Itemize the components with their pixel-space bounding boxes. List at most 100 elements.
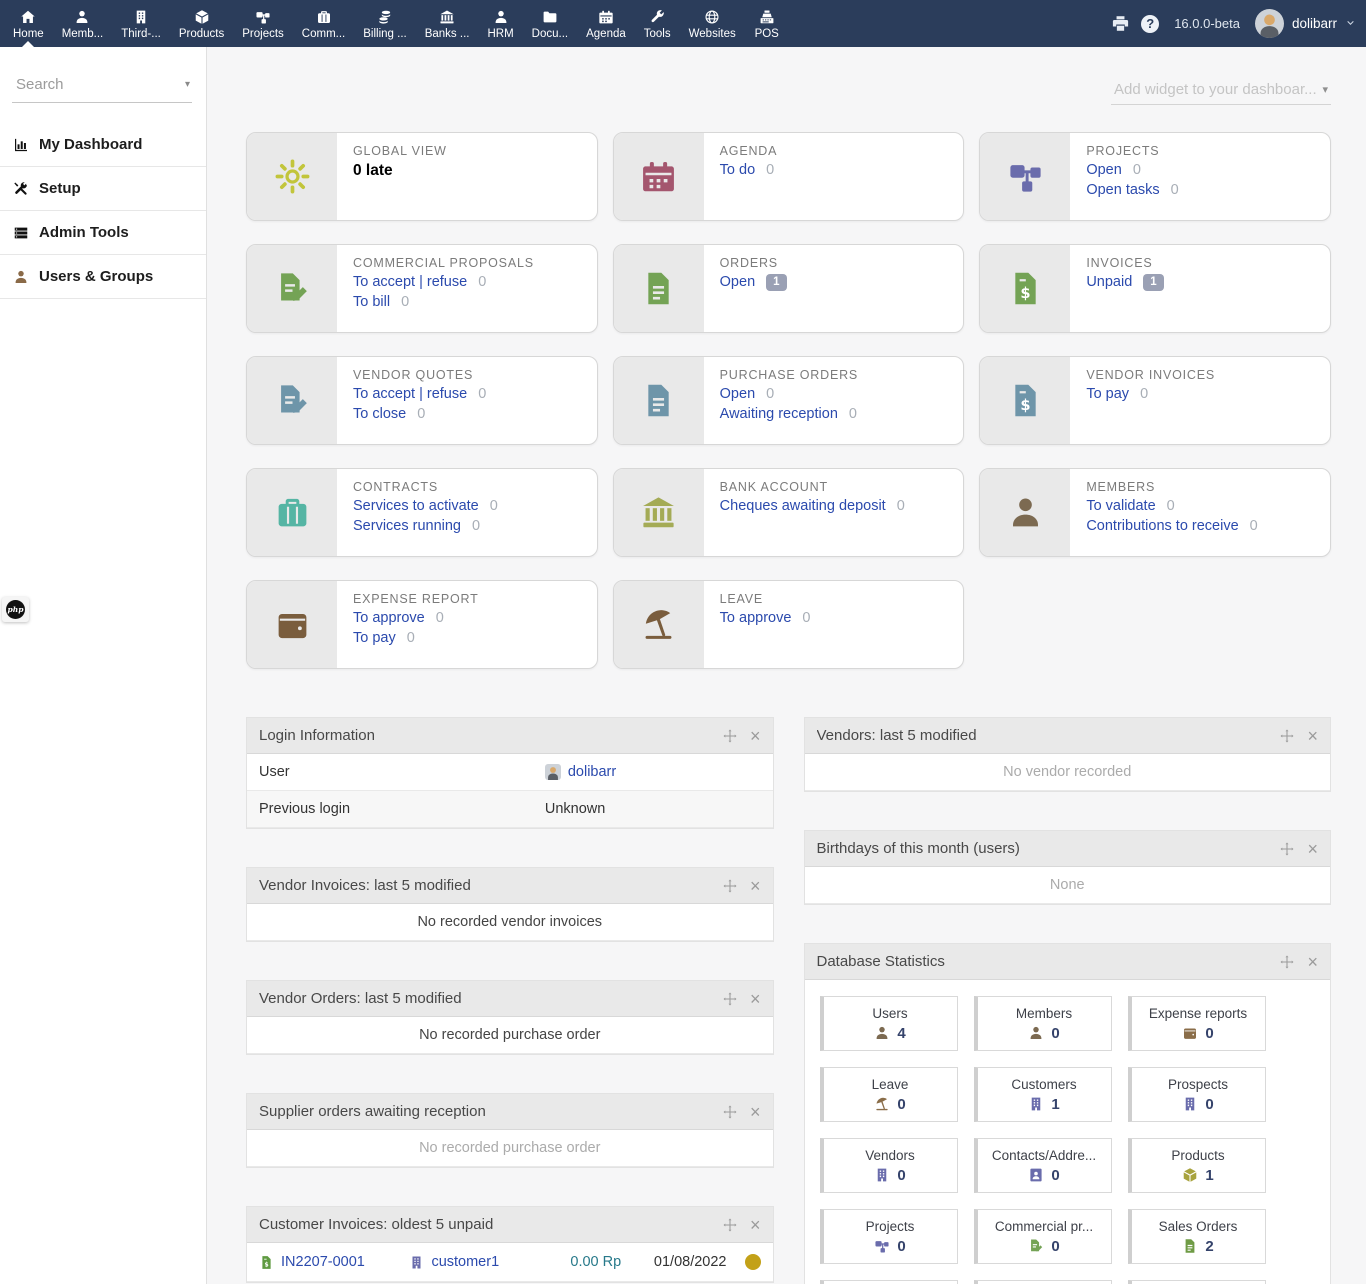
- close-widget-icon[interactable]: ×: [750, 1216, 761, 1234]
- move-icon[interactable]: [723, 1218, 737, 1232]
- close-widget-icon[interactable]: ×: [750, 727, 761, 745]
- infobox-link[interactable]: To do: [720, 162, 755, 178]
- move-icon[interactable]: [1280, 955, 1294, 969]
- sidebar-item-my-dashboard[interactable]: My Dashboard: [0, 123, 206, 167]
- stat-label: Commercial pr...: [995, 1219, 1093, 1234]
- stat-expense-reports[interactable]: Expense reports0: [1128, 996, 1266, 1051]
- infobox-link[interactable]: To accept | refuse: [353, 274, 467, 290]
- nav-item-docu[interactable]: Docu...: [523, 0, 577, 47]
- add-widget-row: Add widget to your dashboar... ▾: [246, 47, 1331, 132]
- infobox-link[interactable]: To approve: [353, 610, 425, 626]
- sidebar-item-setup[interactable]: Setup: [0, 167, 206, 211]
- infobox-link[interactable]: Cheques awaiting deposit: [720, 498, 886, 514]
- stat-members[interactable]: Members0: [974, 996, 1112, 1051]
- sidebar-item-users-groups[interactable]: Users & Groups: [0, 255, 206, 299]
- close-widget-icon[interactable]: ×: [750, 877, 761, 895]
- infobox-projects: PROJECTSOpen0Open tasks0: [979, 132, 1331, 221]
- nav-item-websites[interactable]: Websites: [680, 0, 745, 47]
- infobox-link[interactable]: Open: [720, 274, 755, 290]
- infobox-link[interactable]: Open: [720, 386, 755, 402]
- infobox-link[interactable]: Services to activate: [353, 498, 479, 514]
- infobox-purchase-orders: PURCHASE ORDERSOpen0Awaiting reception0: [613, 356, 965, 445]
- panel-database-statistics: Database Statistics×Users4Members0Expens…: [804, 943, 1332, 1284]
- nav-item-memb[interactable]: Memb...: [53, 0, 113, 47]
- move-icon[interactable]: [723, 992, 737, 1006]
- stat-box-partial: [974, 1280, 1112, 1284]
- infobox-link[interactable]: To bill: [353, 294, 390, 310]
- close-widget-icon[interactable]: ×: [750, 1103, 761, 1121]
- infobox-link[interactable]: To pay: [353, 630, 396, 646]
- search-input[interactable]: [14, 75, 185, 94]
- infobox-agenda: AGENDATo do0: [613, 132, 965, 221]
- file-icon: [1182, 1238, 1198, 1254]
- infobox-count: 0: [490, 498, 498, 514]
- nav-item-projects[interactable]: Projects: [233, 0, 293, 47]
- move-icon[interactable]: [1280, 729, 1294, 743]
- move-icon[interactable]: [723, 729, 737, 743]
- infobox-expense-report: EXPENSE REPORTTo approve0To pay0: [246, 580, 598, 669]
- nav-item-hrm[interactable]: HRM: [478, 0, 522, 47]
- infobox-link[interactable]: To validate: [1086, 498, 1155, 514]
- field-value-text[interactable]: dolibarr: [568, 764, 616, 780]
- infobox-link[interactable]: Awaiting reception: [720, 406, 838, 422]
- nav-item-home[interactable]: Home: [4, 0, 53, 47]
- nav-item-agenda[interactable]: Agenda: [577, 0, 635, 47]
- close-widget-icon[interactable]: ×: [750, 990, 761, 1008]
- infobox-link[interactable]: To pay: [1086, 386, 1129, 402]
- chart-icon: [13, 137, 29, 153]
- infobox-line: To approve0: [720, 609, 811, 629]
- infobox-link[interactable]: Services running: [353, 518, 461, 534]
- infobox-link[interactable]: To accept | refuse: [353, 386, 467, 402]
- stat-projects[interactable]: Projects0: [820, 1209, 958, 1264]
- nav-item-label: Comm...: [302, 28, 345, 40]
- infobox-grid: GLOBAL VIEW0 lateAGENDATo do0PROJECTSOpe…: [246, 132, 1331, 669]
- panel-actions: ×: [723, 1103, 761, 1121]
- nav-item-third[interactable]: Third-...: [112, 0, 170, 47]
- stat-customers[interactable]: Customers1: [974, 1067, 1112, 1122]
- close-widget-icon[interactable]: ×: [1307, 840, 1318, 858]
- infobox-link[interactable]: To approve: [720, 610, 792, 626]
- briefcase-icon: [316, 9, 332, 25]
- nav-item-comm[interactable]: Comm...: [293, 0, 354, 47]
- nav-item-banks[interactable]: Banks ...: [416, 0, 479, 47]
- stat-leave[interactable]: Leave0: [820, 1067, 958, 1122]
- infobox-link[interactable]: Open tasks: [1086, 182, 1159, 198]
- invoice-ref-link[interactable]: IN2207-0001: [281, 1254, 365, 1270]
- nav-item-tools[interactable]: Tools: [635, 0, 680, 47]
- panel-header: Vendor Orders: last 5 modified×: [247, 981, 773, 1017]
- infobox-link[interactable]: To close: [353, 406, 406, 422]
- caret-down-icon[interactable]: ▾: [185, 79, 190, 90]
- nav-item-label: Docu...: [532, 28, 568, 40]
- stat-users[interactable]: Users4: [820, 996, 958, 1051]
- help-icon[interactable]: ?: [1141, 15, 1159, 33]
- infobox-link[interactable]: Unpaid: [1086, 274, 1132, 290]
- infobox-link[interactable]: Contributions to receive: [1086, 518, 1238, 534]
- nav-item-billing[interactable]: Billing ...: [354, 0, 415, 47]
- move-icon[interactable]: [723, 879, 737, 893]
- cube-icon: [194, 9, 210, 25]
- stat-products[interactable]: Products1: [1128, 1138, 1266, 1193]
- stat-value-row: 0: [1028, 1238, 1059, 1255]
- stat-sales-orders[interactable]: Sales Orders2: [1128, 1209, 1266, 1264]
- infobox-icon-cell: [247, 245, 337, 332]
- infobox-link[interactable]: Open: [1086, 162, 1121, 178]
- stat-vendors[interactable]: Vendors0: [820, 1138, 958, 1193]
- close-widget-icon[interactable]: ×: [1307, 727, 1318, 745]
- invoice-customer-link[interactable]: customer1: [431, 1254, 499, 1270]
- move-icon[interactable]: [723, 1105, 737, 1119]
- nav-item-products[interactable]: Products: [170, 0, 233, 47]
- user-menu[interactable]: dolibarr: [1255, 9, 1356, 38]
- stat-label: Members: [1016, 1006, 1072, 1021]
- add-widget-select[interactable]: Add widget to your dashboar... ▾: [1111, 78, 1331, 105]
- infobox-title: BANK ACCOUNT: [720, 480, 905, 494]
- sidebar-item-admin-tools[interactable]: Admin Tools: [0, 211, 206, 255]
- stat-prospects[interactable]: Prospects0: [1128, 1067, 1266, 1122]
- field-row: Userdolibarr: [247, 754, 773, 791]
- move-icon[interactable]: [1280, 842, 1294, 856]
- stat-commercial-pr[interactable]: Commercial pr... 0: [974, 1209, 1112, 1264]
- php-debugbar-badge[interactable]: php: [2, 597, 29, 622]
- stat-contacts-addre[interactable]: Contacts/Addre...0: [974, 1138, 1112, 1193]
- nav-item-pos[interactable]: POS: [745, 0, 789, 47]
- close-widget-icon[interactable]: ×: [1307, 953, 1318, 971]
- printer-icon[interactable]: [1111, 14, 1130, 33]
